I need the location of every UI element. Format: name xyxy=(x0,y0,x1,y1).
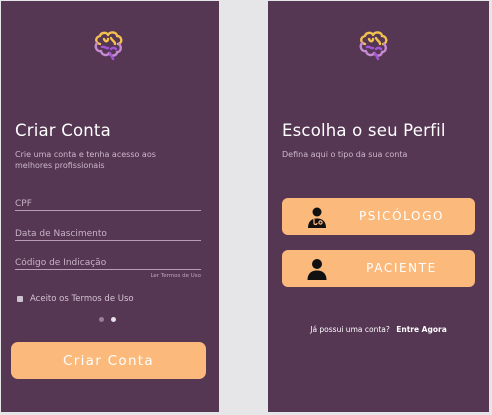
profile-title: Escolha o seu Perfil xyxy=(282,121,446,140)
signup-screen: Criar Conta Crie uma conta e tenha acess… xyxy=(1,1,219,412)
have-account-text: Já possui uma conta? xyxy=(310,325,390,334)
pager-dot-active[interactable] xyxy=(111,317,116,322)
patient-label: PACIENTE xyxy=(366,261,437,275)
signup-subtitle: Crie uma conta e tenha acesso aos melhor… xyxy=(15,150,156,170)
profile-select-screen: Escolha o seu Perfil Defina aqui o tipo … xyxy=(268,1,489,412)
patient-profile-button[interactable]: PACIENTE xyxy=(282,250,475,287)
accept-terms-row[interactable]: Aceito os Termos de Uso xyxy=(17,294,134,304)
psychologist-label: PSICÓLOGO xyxy=(358,209,445,223)
cpf-input[interactable] xyxy=(15,195,201,213)
referral-code-field-wrapper xyxy=(15,250,201,272)
read-terms-link[interactable]: Ler Termos de Uso xyxy=(150,273,201,279)
pager-dot[interactable] xyxy=(99,317,104,322)
user-icon xyxy=(306,258,328,280)
cpf-field-wrapper xyxy=(15,191,201,213)
referral-code-input[interactable] xyxy=(15,254,201,272)
login-prompt: Já possui uma conta? Entre Agora xyxy=(268,325,489,334)
brain-icon xyxy=(356,31,390,61)
psychologist-profile-button[interactable]: PSICÓLOGO xyxy=(282,198,475,235)
doctor-icon xyxy=(306,206,328,228)
brain-icon xyxy=(91,31,125,61)
accept-terms-label: Aceito os Termos de Uso xyxy=(30,294,134,304)
profile-subtitle: Defina aqui o tipo da sua conta xyxy=(282,150,408,159)
birthdate-field-wrapper xyxy=(15,221,201,243)
signup-title: Criar Conta xyxy=(15,121,111,140)
pager-dots xyxy=(99,317,116,322)
login-link[interactable]: Entre Agora xyxy=(396,325,447,334)
create-account-button[interactable]: Criar Conta xyxy=(11,342,206,379)
birthdate-input[interactable] xyxy=(15,225,201,243)
accept-terms-checkbox[interactable] xyxy=(17,296,23,302)
